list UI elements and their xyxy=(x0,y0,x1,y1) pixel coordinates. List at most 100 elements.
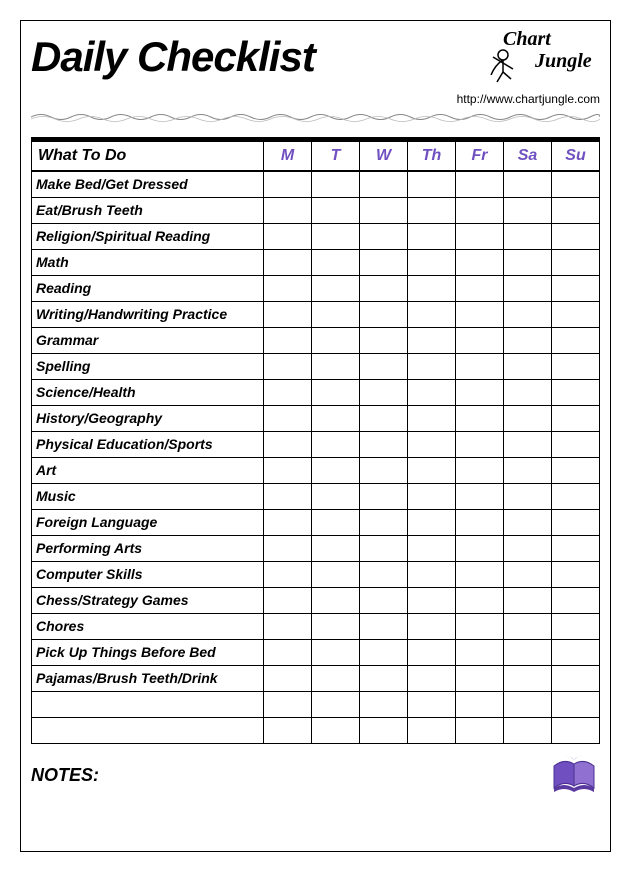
checkbox-cell[interactable] xyxy=(456,587,504,613)
checkbox-cell[interactable] xyxy=(552,561,600,587)
checkbox-cell[interactable] xyxy=(360,561,408,587)
checkbox-cell[interactable] xyxy=(408,327,456,353)
checkbox-cell[interactable] xyxy=(408,691,456,717)
checkbox-cell[interactable] xyxy=(504,275,552,301)
checkbox-cell[interactable] xyxy=(408,405,456,431)
checkbox-cell[interactable] xyxy=(456,431,504,457)
checkbox-cell[interactable] xyxy=(408,587,456,613)
checkbox-cell[interactable] xyxy=(312,353,360,379)
checkbox-cell[interactable] xyxy=(360,249,408,275)
checkbox-cell[interactable] xyxy=(264,691,312,717)
checkbox-cell[interactable] xyxy=(360,431,408,457)
checkbox-cell[interactable] xyxy=(312,275,360,301)
checkbox-cell[interactable] xyxy=(264,327,312,353)
checkbox-cell[interactable] xyxy=(360,665,408,691)
checkbox-cell[interactable] xyxy=(312,691,360,717)
checkbox-cell[interactable] xyxy=(456,275,504,301)
checkbox-cell[interactable] xyxy=(552,275,600,301)
checkbox-cell[interactable] xyxy=(408,431,456,457)
checkbox-cell[interactable] xyxy=(264,353,312,379)
checkbox-cell[interactable] xyxy=(264,587,312,613)
checkbox-cell[interactable] xyxy=(408,223,456,249)
checkbox-cell[interactable] xyxy=(360,535,408,561)
checkbox-cell[interactable] xyxy=(264,301,312,327)
checkbox-cell[interactable] xyxy=(552,587,600,613)
checkbox-cell[interactable] xyxy=(360,613,408,639)
checkbox-cell[interactable] xyxy=(552,457,600,483)
checkbox-cell[interactable] xyxy=(264,483,312,509)
checkbox-cell[interactable] xyxy=(456,509,504,535)
checkbox-cell[interactable] xyxy=(456,457,504,483)
checkbox-cell[interactable] xyxy=(360,717,408,743)
checkbox-cell[interactable] xyxy=(456,379,504,405)
checkbox-cell[interactable] xyxy=(408,301,456,327)
checkbox-cell[interactable] xyxy=(552,717,600,743)
checkbox-cell[interactable] xyxy=(552,223,600,249)
checkbox-cell[interactable] xyxy=(552,353,600,379)
checkbox-cell[interactable] xyxy=(504,639,552,665)
checkbox-cell[interactable] xyxy=(312,431,360,457)
checkbox-cell[interactable] xyxy=(504,249,552,275)
checkbox-cell[interactable] xyxy=(312,301,360,327)
checkbox-cell[interactable] xyxy=(312,561,360,587)
checkbox-cell[interactable] xyxy=(264,249,312,275)
checkbox-cell[interactable] xyxy=(456,613,504,639)
checkbox-cell[interactable] xyxy=(456,561,504,587)
checkbox-cell[interactable] xyxy=(360,171,408,197)
checkbox-cell[interactable] xyxy=(360,223,408,249)
checkbox-cell[interactable] xyxy=(264,561,312,587)
checkbox-cell[interactable] xyxy=(456,639,504,665)
checkbox-cell[interactable] xyxy=(408,613,456,639)
checkbox-cell[interactable] xyxy=(552,509,600,535)
checkbox-cell[interactable] xyxy=(456,249,504,275)
checkbox-cell[interactable] xyxy=(552,691,600,717)
checkbox-cell[interactable] xyxy=(552,327,600,353)
checkbox-cell[interactable] xyxy=(312,483,360,509)
checkbox-cell[interactable] xyxy=(408,197,456,223)
checkbox-cell[interactable] xyxy=(552,379,600,405)
checkbox-cell[interactable] xyxy=(360,639,408,665)
checkbox-cell[interactable] xyxy=(408,717,456,743)
checkbox-cell[interactable] xyxy=(504,587,552,613)
checkbox-cell[interactable] xyxy=(504,405,552,431)
checkbox-cell[interactable] xyxy=(360,587,408,613)
checkbox-cell[interactable] xyxy=(456,197,504,223)
checkbox-cell[interactable] xyxy=(504,535,552,561)
checkbox-cell[interactable] xyxy=(504,223,552,249)
checkbox-cell[interactable] xyxy=(456,327,504,353)
checkbox-cell[interactable] xyxy=(264,717,312,743)
checkbox-cell[interactable] xyxy=(552,405,600,431)
checkbox-cell[interactable] xyxy=(408,379,456,405)
checkbox-cell[interactable] xyxy=(456,223,504,249)
checkbox-cell[interactable] xyxy=(552,301,600,327)
checkbox-cell[interactable] xyxy=(552,665,600,691)
checkbox-cell[interactable] xyxy=(408,639,456,665)
checkbox-cell[interactable] xyxy=(408,171,456,197)
checkbox-cell[interactable] xyxy=(312,171,360,197)
checkbox-cell[interactable] xyxy=(312,197,360,223)
checkbox-cell[interactable] xyxy=(312,457,360,483)
checkbox-cell[interactable] xyxy=(360,327,408,353)
checkbox-cell[interactable] xyxy=(312,587,360,613)
checkbox-cell[interactable] xyxy=(456,691,504,717)
checkbox-cell[interactable] xyxy=(504,613,552,639)
checkbox-cell[interactable] xyxy=(456,353,504,379)
checkbox-cell[interactable] xyxy=(360,301,408,327)
checkbox-cell[interactable] xyxy=(552,639,600,665)
checkbox-cell[interactable] xyxy=(408,353,456,379)
checkbox-cell[interactable] xyxy=(408,275,456,301)
checkbox-cell[interactable] xyxy=(456,535,504,561)
checkbox-cell[interactable] xyxy=(408,561,456,587)
checkbox-cell[interactable] xyxy=(504,353,552,379)
checkbox-cell[interactable] xyxy=(264,639,312,665)
checkbox-cell[interactable] xyxy=(312,535,360,561)
checkbox-cell[interactable] xyxy=(264,535,312,561)
checkbox-cell[interactable] xyxy=(456,171,504,197)
checkbox-cell[interactable] xyxy=(312,665,360,691)
checkbox-cell[interactable] xyxy=(552,613,600,639)
checkbox-cell[interactable] xyxy=(312,639,360,665)
checkbox-cell[interactable] xyxy=(456,665,504,691)
checkbox-cell[interactable] xyxy=(312,509,360,535)
checkbox-cell[interactable] xyxy=(312,717,360,743)
checkbox-cell[interactable] xyxy=(264,405,312,431)
